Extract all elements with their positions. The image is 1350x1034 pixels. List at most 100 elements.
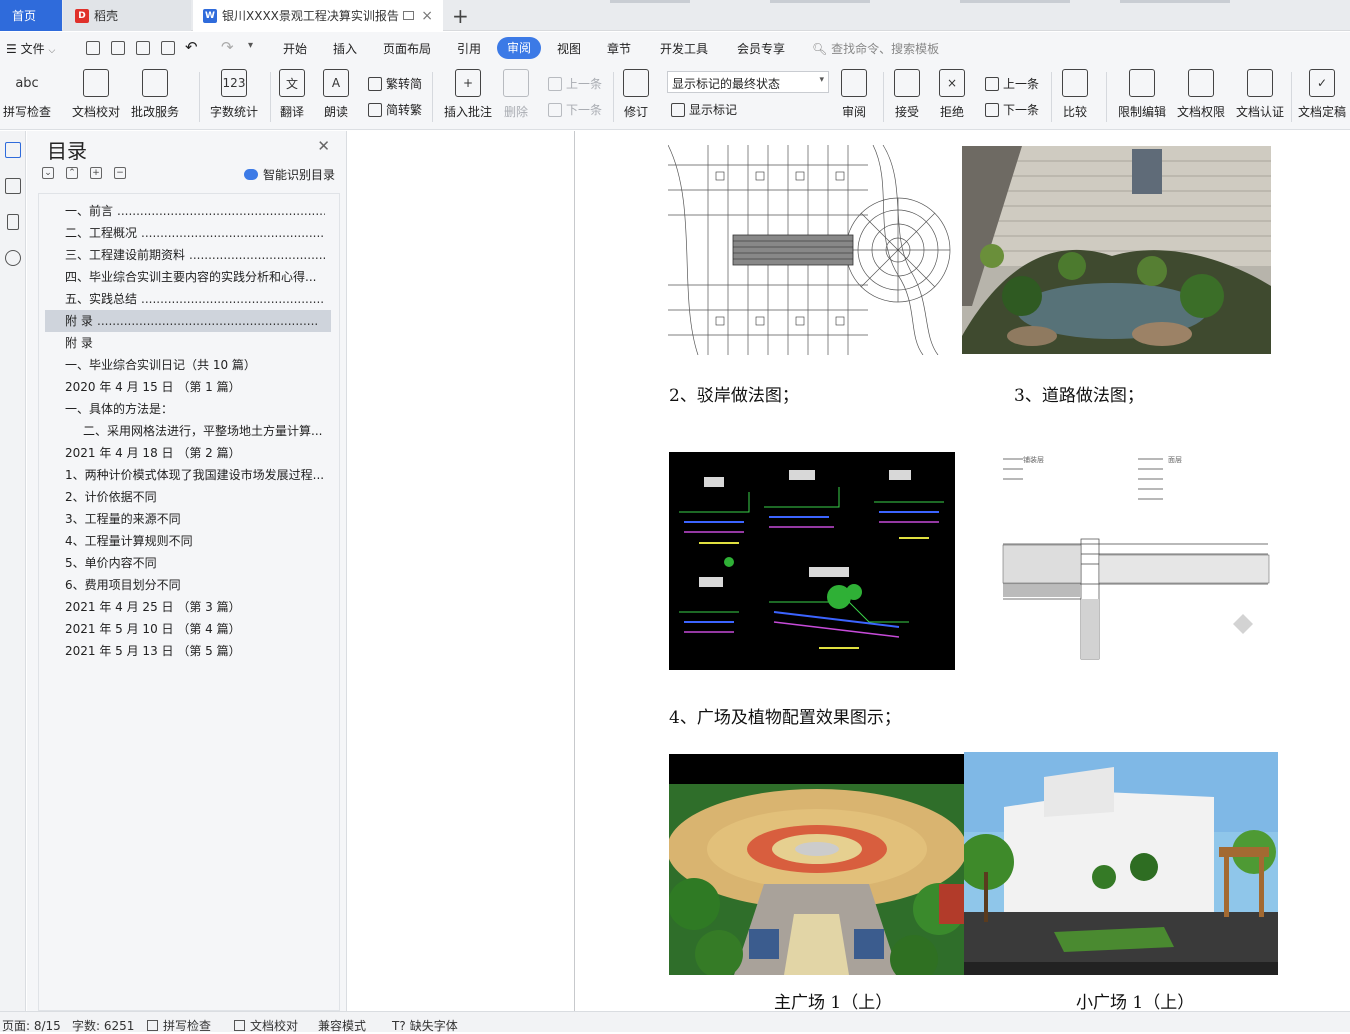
insert-comment-button[interactable]: + 插入批注 bbox=[444, 69, 492, 120]
doc-proofread-button[interactable]: 文档校对 bbox=[72, 69, 120, 120]
toc-item[interactable]: 三、工程建设前期资料..............................… bbox=[39, 244, 339, 266]
status-doc-proofread[interactable]: 文档校对 bbox=[234, 1017, 298, 1034]
next-comment-label: 下一条 bbox=[566, 103, 603, 117]
chevron-down-icon: ▾ bbox=[819, 75, 824, 85]
read-aloud-button[interactable]: A 朗读 bbox=[323, 69, 349, 120]
smart-toc-button[interactable]: 智能识别目录 bbox=[244, 166, 335, 183]
missing-font-indicator[interactable]: T? 缺失字体 bbox=[392, 1017, 458, 1034]
tab-home[interactable]: 首页 bbox=[0, 0, 62, 31]
delete-comment-button[interactable]: 删除 bbox=[503, 69, 529, 120]
toc-item[interactable]: 2021 年 5 月 13 日 （第 5 篇） bbox=[39, 640, 339, 662]
collapse-all-icon[interactable]: ⌄ bbox=[42, 167, 54, 179]
close-icon[interactable]: ✕ bbox=[317, 137, 330, 155]
prev-comment-button[interactable]: 上一条 bbox=[548, 75, 602, 92]
markup-state-select[interactable]: 显示标记的最终状态 ▾ bbox=[667, 71, 829, 93]
status-spell-check[interactable]: 拼写检查 bbox=[147, 1017, 211, 1034]
new-tab-button[interactable]: + bbox=[452, 4, 469, 28]
show-markup-button[interactable]: 显示标记 bbox=[671, 101, 737, 118]
tab-daoke[interactable]: D 稻壳 bbox=[63, 0, 191, 31]
accept-button[interactable]: 接受 bbox=[894, 69, 920, 120]
doc-certify-button[interactable]: 文档认证 bbox=[1236, 69, 1284, 120]
next-change-button[interactable]: 下一条 bbox=[985, 101, 1039, 118]
translate-button[interactable]: 文 翻译 bbox=[279, 69, 305, 120]
toc-item-label: 三、工程建设前期资料 bbox=[65, 248, 186, 262]
batch-service-button[interactable]: 批改服务 bbox=[131, 69, 179, 120]
toc-item[interactable]: 2021 年 5 月 10 日 （第 4 篇） bbox=[39, 618, 339, 640]
window-icon[interactable] bbox=[402, 11, 414, 20]
compare-button[interactable]: 比较 bbox=[1062, 69, 1088, 120]
menu-insert[interactable]: 插入 bbox=[333, 40, 357, 57]
show-markup-label: 显示标记 bbox=[689, 103, 738, 117]
toc-item[interactable]: 1、两种计价模式体现了我国建设市场发展过程... bbox=[39, 464, 339, 486]
toc-item[interactable]: 2020 年 4 月 15 日 （第 1 篇） bbox=[39, 376, 339, 398]
simp-to-trad-label: 简转繁 bbox=[386, 103, 423, 117]
toc-item[interactable]: 一、前言....................................… bbox=[39, 200, 339, 222]
toc-item[interactable]: 3、工程量的来源不同 bbox=[39, 508, 339, 530]
toc-item[interactable]: 一、具体的方法是： bbox=[39, 398, 339, 420]
reject-button[interactable]: × 拒绝 bbox=[939, 69, 965, 120]
simp-to-trad-button[interactable]: 简转繁 bbox=[368, 101, 422, 118]
spell-check-button[interactable]: abc 拼写检查 bbox=[3, 69, 51, 120]
revise-label: 修订 bbox=[623, 105, 648, 119]
revise-button[interactable]: 修订 bbox=[623, 69, 649, 120]
print-preview-icon[interactable] bbox=[161, 41, 175, 55]
remove-level-icon[interactable]: − bbox=[114, 167, 126, 179]
toc-item[interactable]: 附 录 bbox=[39, 332, 339, 354]
word-count-indicator[interactable]: 字数: 6251 bbox=[72, 1017, 134, 1034]
expand-up-icon[interactable]: ⌃ bbox=[66, 167, 78, 179]
word-count-button[interactable]: 123 字数统计 bbox=[210, 69, 258, 120]
toc-item[interactable]: 2、计价依据不同 bbox=[39, 486, 339, 508]
save-icon[interactable] bbox=[86, 41, 100, 55]
menu-start[interactable]: 开始 bbox=[283, 40, 307, 57]
chapter-nav-icon[interactable] bbox=[5, 178, 21, 194]
toc-item[interactable]: 五、实践总结..................................… bbox=[39, 288, 339, 310]
tab-active-document[interactable]: W 银川XXXX景观工程决算实训报告 × bbox=[193, 0, 443, 31]
page-indicator[interactable]: 页面: 8/15 bbox=[2, 1017, 61, 1034]
prev-change-button[interactable]: 上一条 bbox=[985, 75, 1039, 92]
toc-item[interactable]: 4、工程量计算规则不同 bbox=[39, 530, 339, 552]
ribbon-separator bbox=[270, 72, 271, 122]
toc-item[interactable]: 5、单价内容不同 bbox=[39, 552, 339, 574]
toc-item-label: 2、计价依据不同 bbox=[65, 490, 157, 504]
ribbon-separator bbox=[1291, 72, 1292, 122]
bookmark-icon[interactable] bbox=[7, 214, 19, 230]
add-level-icon[interactable]: + bbox=[90, 167, 102, 179]
doc-finalize-button[interactable]: ✓ 文档定稿 bbox=[1298, 69, 1346, 120]
toc-item-selected[interactable]: 附 录.....................................… bbox=[45, 310, 331, 332]
toc-item[interactable]: 一、毕业综合实训日记（共 10 篇） bbox=[39, 354, 339, 376]
menu-page-layout[interactable]: 页面布局 bbox=[383, 40, 431, 57]
review-pane-button[interactable]: 审阅 bbox=[841, 69, 867, 120]
menu-references[interactable]: 引用 bbox=[457, 40, 481, 57]
toc-item[interactable]: 2021 年 4 月 18 日 （第 2 篇） bbox=[39, 442, 339, 464]
search-icon[interactable] bbox=[5, 250, 21, 266]
toc-item[interactable]: 四、毕业综合实训主要内容的实践分析和心得... bbox=[39, 266, 339, 288]
print-icon[interactable] bbox=[136, 41, 150, 55]
toc-item[interactable]: 二、工程概况..................................… bbox=[39, 222, 339, 244]
toc-item[interactable]: 2021 年 4 月 25 日 （第 3 篇） bbox=[39, 596, 339, 618]
menu-developer-tools[interactable]: 开发工具 bbox=[660, 40, 708, 57]
svg-text:面层: 面层 bbox=[1168, 456, 1182, 464]
restrict-edit-button[interactable]: 限制编辑 bbox=[1118, 69, 1166, 120]
command-search[interactable]: 🔍︎ 查找命令、搜索模板 bbox=[812, 40, 939, 57]
next-comment-button[interactable]: 下一条 bbox=[548, 101, 602, 118]
tab-close-icon[interactable]: × bbox=[421, 8, 433, 24]
menu-chapter[interactable]: 章节 bbox=[607, 40, 631, 57]
toc-item[interactable]: 二、采用网格法进行，平整场地土方量计算... bbox=[39, 420, 339, 442]
menu-view[interactable]: 视图 bbox=[557, 40, 581, 57]
quick-access-more-icon[interactable]: ▾ bbox=[248, 40, 253, 51]
menu-member[interactable]: 会员专享 bbox=[737, 40, 785, 57]
doc-permission-button[interactable]: 文档权限 bbox=[1177, 69, 1225, 120]
toc-item[interactable]: 6、费用项目划分不同 bbox=[39, 574, 339, 596]
menu-review-active[interactable]: 审阅 bbox=[497, 37, 541, 59]
trad-to-simp-button[interactable]: 繁转简 bbox=[368, 75, 422, 92]
tab-active-document-label: 银川XXXX景观工程决算实训报告 bbox=[222, 9, 399, 23]
document-page[interactable]: 2、驳岸做法图； 3、道路做法图； 铺装层 面层 4、广场及植物配置效果图示； … bbox=[575, 131, 1350, 1011]
file-menu[interactable]: ☰ 文件 ⌵ bbox=[6, 40, 55, 57]
search-icon: 🔍︎ bbox=[812, 42, 828, 56]
undo-icon[interactable]: ↶ bbox=[185, 38, 198, 56]
svg-text:铺装层: 铺装层 bbox=[1023, 455, 1044, 464]
export-pdf-icon[interactable] bbox=[111, 41, 125, 55]
toc-panel-icon[interactable] bbox=[5, 142, 21, 158]
redo-icon[interactable]: ↷ bbox=[221, 38, 234, 56]
translate-label: 翻译 bbox=[279, 105, 304, 119]
